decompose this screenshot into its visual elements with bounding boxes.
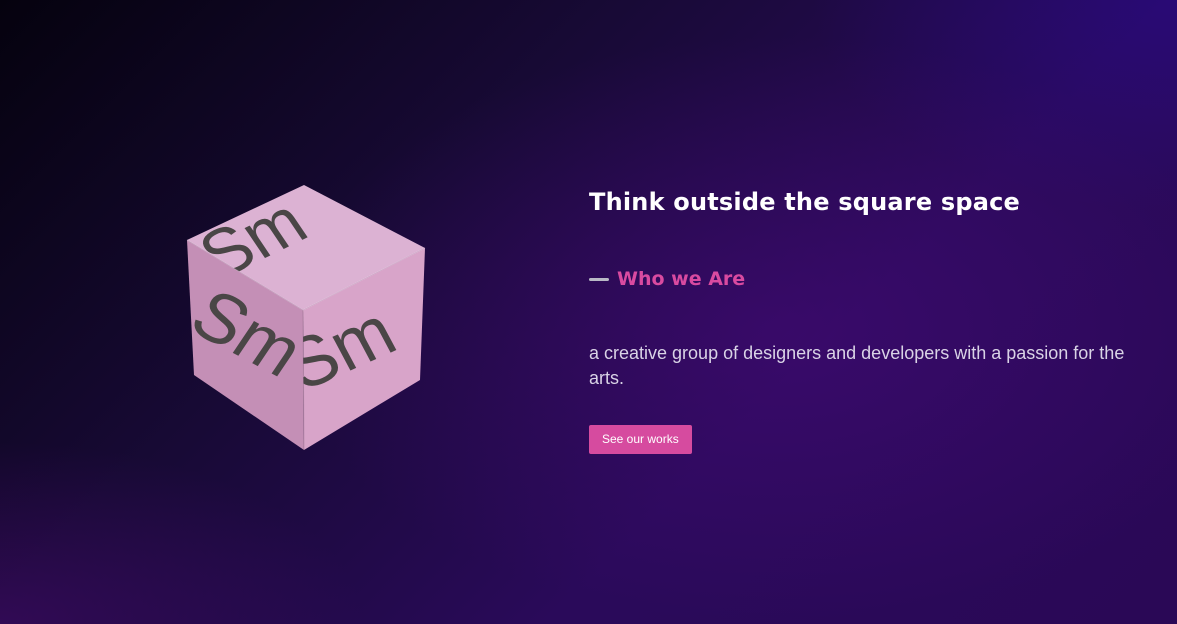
- hero-section: Sm Sm Sm Think outside the square space …: [0, 0, 1177, 624]
- logo-cube-graphic: Sm Sm Sm: [186, 185, 426, 451]
- page-title: Think outside the square space: [589, 188, 1021, 216]
- description-text: a creative group of designers and develo…: [589, 343, 1125, 388]
- subhead-label: Who we Are: [617, 268, 746, 290]
- hero-content: Think outside the square space Who we Ar…: [589, 184, 1149, 454]
- dash-icon: [589, 277, 609, 281]
- logo-cube: Sm Sm Sm: [180, 180, 430, 455]
- section-subhead: Who we Are: [589, 268, 1149, 290]
- see-our-works-button[interactable]: See our works: [589, 425, 692, 454]
